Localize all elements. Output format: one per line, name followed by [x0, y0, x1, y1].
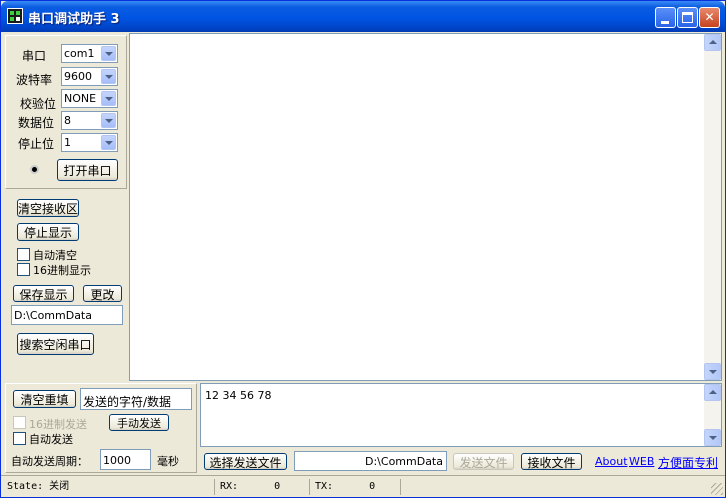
port-value: com1: [64, 47, 95, 60]
main-window: 串口调试助手 3 ✕ 串口 com1 波特率 9600 校验位 NONE 数据位…: [0, 0, 726, 498]
choose-send-file-button[interactable]: 选择发送文件: [204, 453, 287, 470]
baud-value: 9600: [64, 70, 92, 83]
send-area[interactable]: 12 34 56 78: [200, 383, 722, 447]
status-bar: State: 关闭 RX: 0 TX: 0: [1, 475, 725, 497]
hex-send-checkbox[interactable]: [13, 416, 26, 429]
stop-display-button[interactable]: 停止显示: [17, 223, 79, 241]
search-ports-button[interactable]: 搜索空闲串口: [17, 333, 94, 355]
web-link[interactable]: WEB: [629, 455, 654, 468]
send-hint-field[interactable]: 发送的字符/数据: [80, 388, 192, 410]
window-title: 串口调试助手 3: [28, 12, 120, 27]
patent-link[interactable]: 方便面专利: [658, 454, 718, 471]
status-state: State: 关闭: [3, 479, 215, 495]
chevron-down-icon[interactable]: [101, 135, 116, 150]
receive-file-button[interactable]: 接收文件: [521, 453, 582, 470]
receive-scrollbar[interactable]: [704, 34, 721, 380]
status-rx: RX: 0: [216, 479, 310, 495]
change-path-button[interactable]: 更改: [83, 285, 122, 302]
stopbits-value: 1: [64, 136, 71, 149]
auto-clear-label: 自动清空: [33, 249, 77, 262]
hex-display-label: 16进制显示: [33, 264, 91, 277]
parity-label: 校验位: [20, 97, 57, 111]
send-scrollbar[interactable]: [704, 384, 721, 446]
rx-label: RX:: [220, 481, 239, 492]
stopbits-select[interactable]: 1: [61, 133, 118, 152]
resize-grip-icon[interactable]: [711, 483, 723, 495]
chevron-down-icon[interactable]: [101, 69, 116, 84]
save-path-field[interactable]: D:\CommData: [11, 305, 123, 325]
app-icon: [7, 8, 23, 24]
auto-send-label: 自动发送: [29, 433, 73, 446]
about-link[interactable]: About: [595, 455, 628, 468]
title-bar[interactable]: 串口调试助手 3 ✕: [1, 1, 725, 32]
chevron-down-icon[interactable]: [101, 91, 116, 106]
scroll-up-icon[interactable]: [704, 384, 721, 401]
chevron-down-icon[interactable]: [101, 113, 116, 128]
send-content: 12 34 56 78: [205, 389, 272, 402]
open-port-button[interactable]: 打开串口: [57, 159, 118, 181]
state-label: State:: [7, 481, 44, 492]
maximize-button[interactable]: [677, 7, 698, 28]
auto-send-checkbox[interactable]: [13, 432, 26, 445]
send-period-label: 自动发送周期：: [11, 455, 88, 468]
close-button[interactable]: ✕: [699, 7, 720, 28]
receive-area[interactable]: [129, 33, 722, 381]
auto-clear-checkbox[interactable]: [17, 248, 30, 261]
port-select[interactable]: com1: [61, 44, 118, 63]
save-display-button[interactable]: 保存显示: [13, 285, 74, 302]
hex-display-checkbox[interactable]: [17, 263, 30, 276]
parity-select[interactable]: NONE: [61, 89, 118, 108]
clear-send-button[interactable]: 清空重填: [13, 390, 76, 408]
minimize-button[interactable]: [655, 7, 676, 28]
state-value: 关闭: [49, 481, 70, 492]
port-label: 串口: [22, 49, 47, 63]
scroll-down-icon[interactable]: [704, 429, 721, 446]
close-icon: ✕: [704, 10, 715, 24]
maximize-icon: [682, 12, 693, 23]
tx-value: 0: [369, 481, 376, 492]
tx-label: TX:: [315, 481, 334, 492]
status-tx: TX: 0: [311, 479, 401, 495]
hex-send-label: 16进制发送: [29, 418, 87, 431]
chevron-down-icon[interactable]: [101, 46, 116, 61]
parity-value: NONE: [64, 92, 97, 105]
minimize-icon: [661, 21, 669, 24]
send-file-path-field[interactable]: D:\CommData: [294, 451, 447, 471]
clear-receive-button[interactable]: 清空接收区: [17, 199, 79, 217]
send-period-unit: 毫秒: [157, 455, 179, 468]
databits-value: 8: [64, 114, 71, 127]
scroll-up-icon[interactable]: [704, 34, 721, 51]
baud-select[interactable]: 9600: [61, 67, 118, 86]
port-status-indicator: [30, 165, 39, 174]
manual-send-button[interactable]: 手动发送: [109, 414, 169, 431]
send-period-field[interactable]: 1000: [100, 449, 151, 470]
stopbits-label: 停止位: [18, 137, 55, 151]
scroll-down-icon[interactable]: [704, 363, 721, 380]
databits-label: 数据位: [18, 116, 55, 130]
baud-label: 波特率: [16, 73, 53, 87]
databits-select[interactable]: 8: [61, 111, 118, 130]
rx-value: 0: [274, 481, 281, 492]
send-file-button[interactable]: 发送文件: [453, 453, 514, 470]
